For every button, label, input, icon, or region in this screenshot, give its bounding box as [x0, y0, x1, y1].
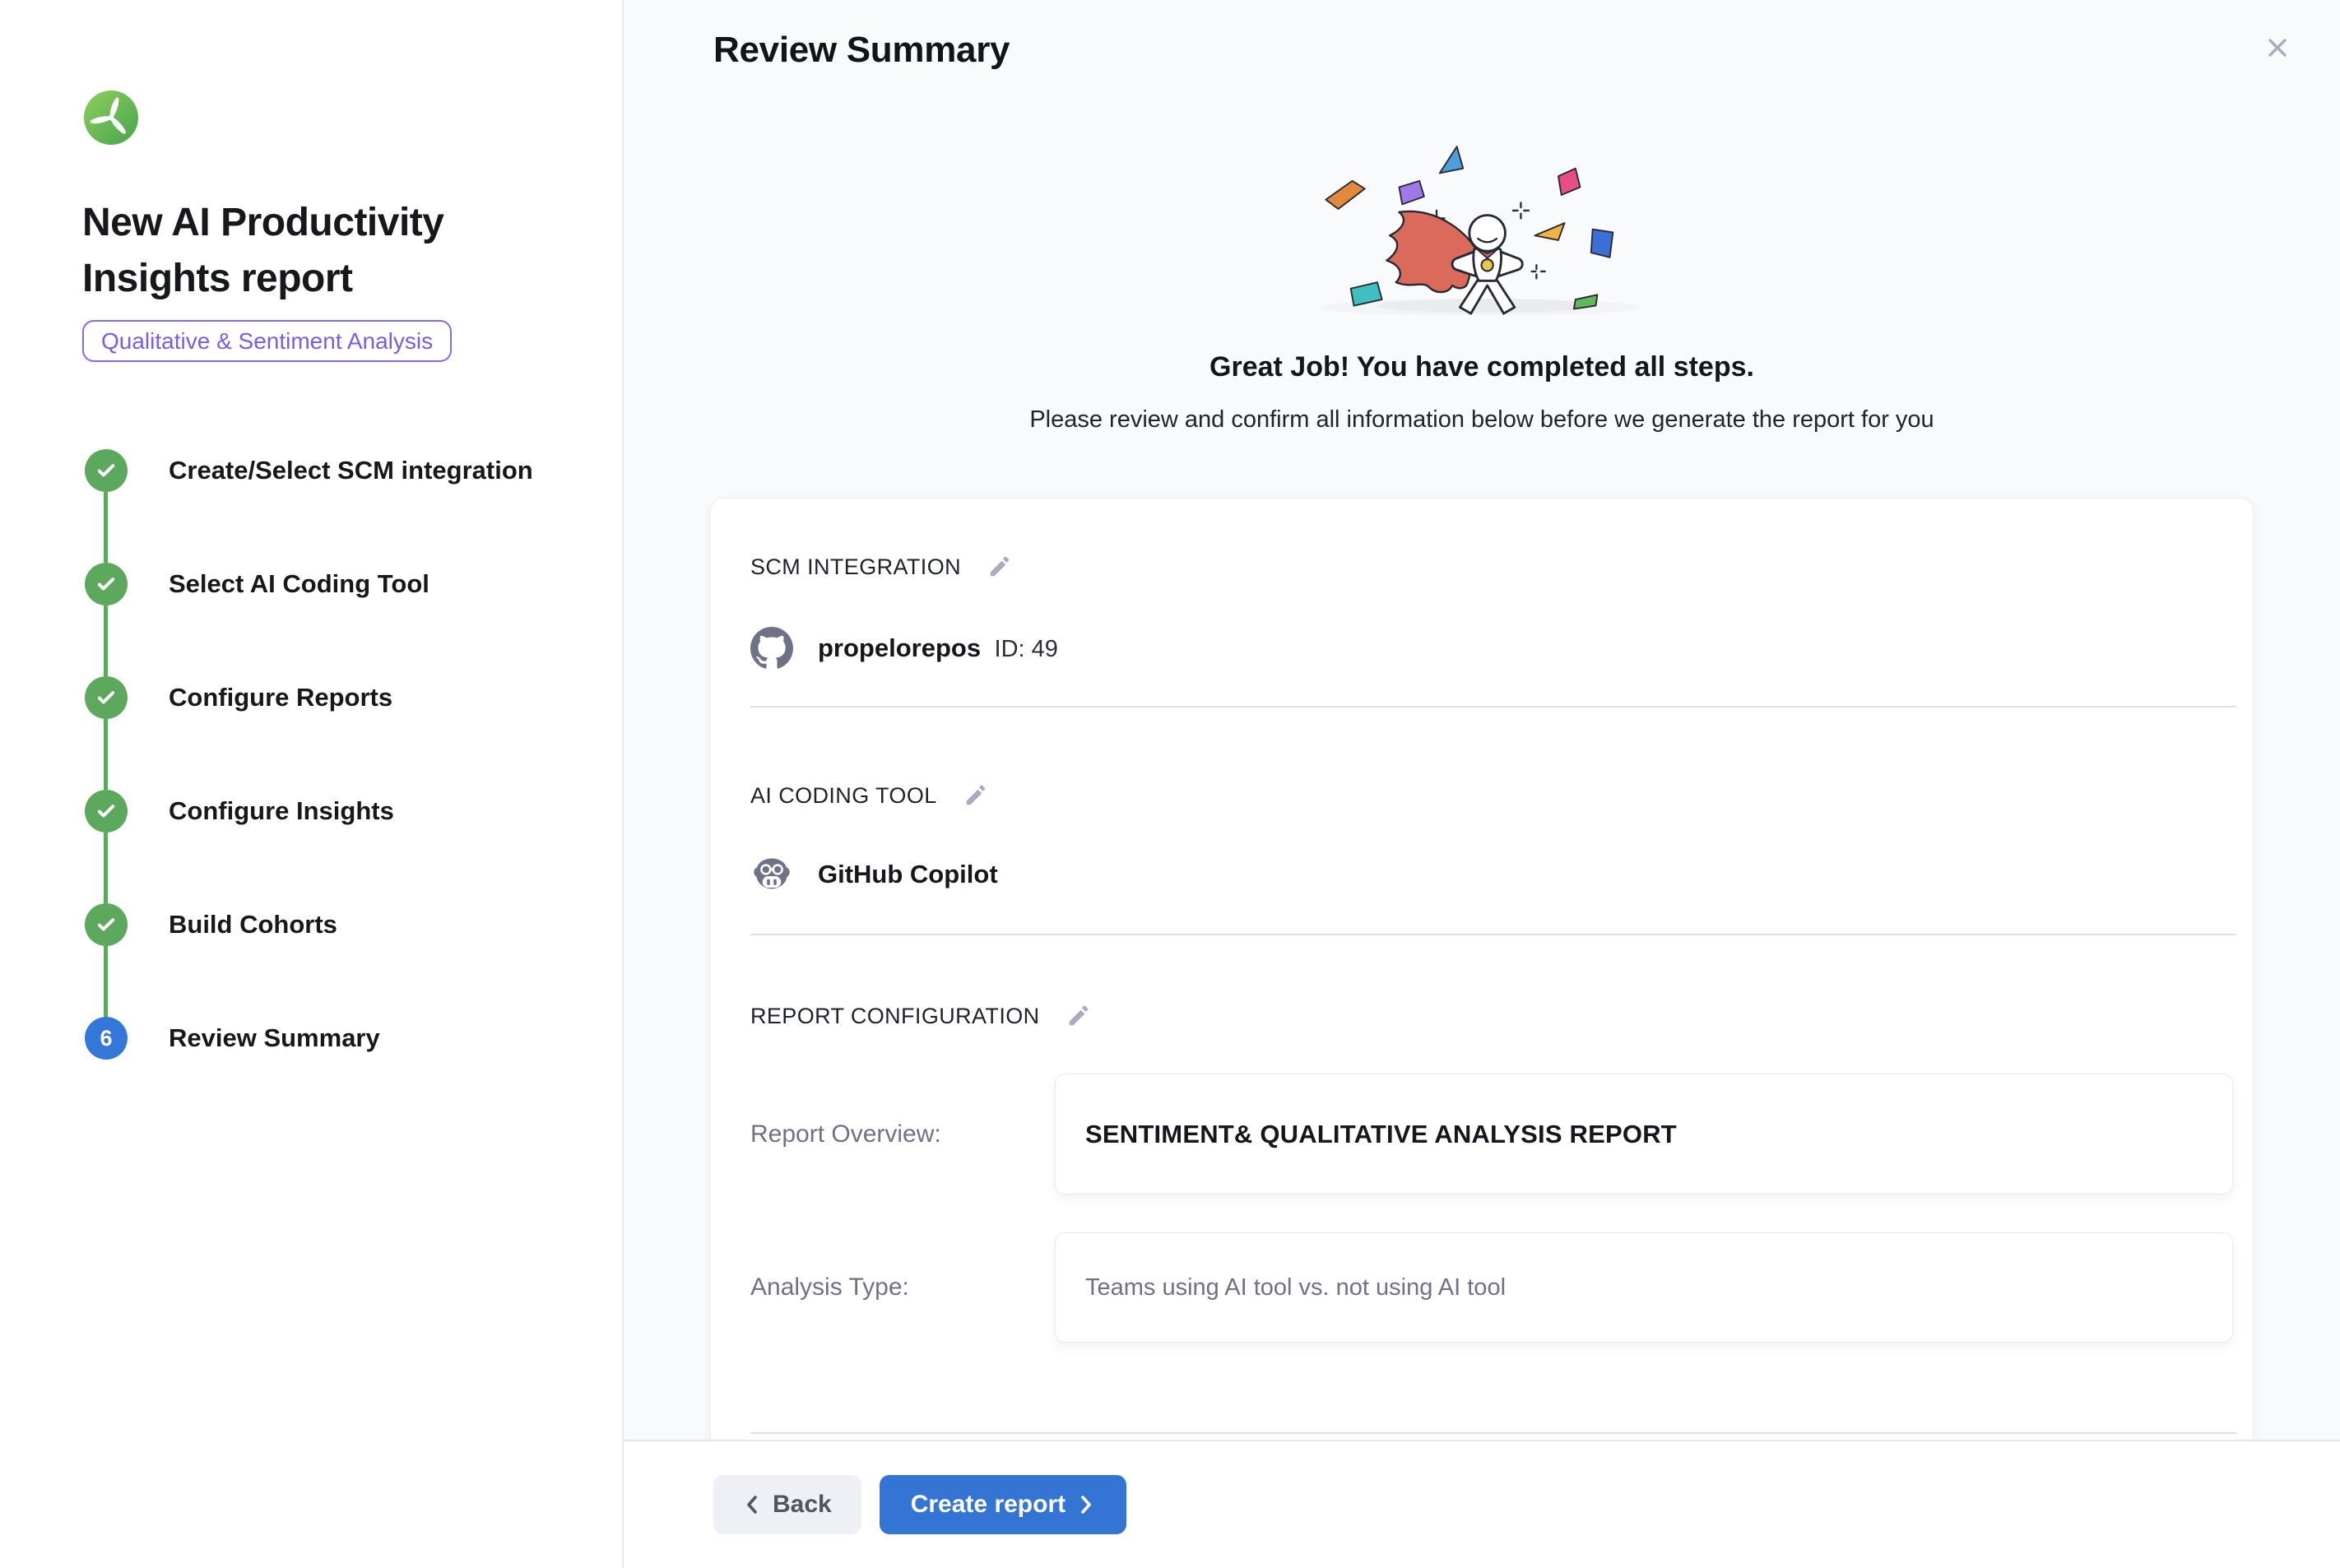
analysis-type-badge: Qualitative & Sentiment Analysis	[82, 320, 452, 362]
step-active-number: 6	[85, 1017, 128, 1060]
section-divider	[750, 706, 2236, 707]
completion-heading: Great Job! You have completed all steps.	[1209, 351, 1754, 383]
section-divider	[750, 1432, 2236, 1434]
step-review-summary[interactable]: 6 Review Summary	[82, 1017, 589, 1060]
review-summary-panel: Review Summary	[624, 0, 2340, 1568]
edit-ai-coding-tool-icon[interactable]	[962, 782, 990, 810]
report-wizard-title: New AI Productivity Insights report	[82, 195, 543, 307]
panel-header: Review Summary	[624, 0, 2340, 82]
close-icon[interactable]	[2261, 31, 2294, 64]
report-configuration-label: REPORT CONFIGURATION	[750, 1004, 1040, 1029]
completion-hero: Great Job! You have completed all steps.…	[1029, 82, 1934, 434]
step-done-check-icon	[85, 563, 128, 605]
scm-integration-name: propelorepos	[818, 633, 981, 662]
step-done-check-icon	[85, 903, 128, 946]
create-report-button[interactable]: Create report	[880, 1475, 1126, 1534]
step-build-cohorts[interactable]: Build Cohorts	[82, 903, 589, 1017]
scm-integration-label: SCM INTEGRATION	[750, 554, 961, 580]
step-configure-reports[interactable]: Configure Reports	[82, 676, 589, 790]
analysis-type-label: Analysis Type:	[750, 1273, 1055, 1301]
review-summary-card: SCM INTEGRATION propelorepos ID: 49	[710, 498, 2254, 1440]
new-report-wizard: New AI Productivity Insights report Qual…	[0, 0, 2340, 1568]
wizard-stepper: Create/Select SCM integration Select AI …	[82, 449, 589, 1060]
celebration-superhero-illustration	[1293, 134, 1671, 315]
chevron-left-icon	[743, 1494, 761, 1515]
chevron-right-icon	[1077, 1494, 1095, 1515]
propeller-logo-icon	[82, 89, 140, 146]
wizard-sidebar: New AI Productivity Insights report Qual…	[0, 0, 624, 1568]
edit-report-configuration-icon[interactable]	[1065, 1002, 1093, 1030]
analysis-type-field-row: Analysis Type: Teams using AI tool vs. n…	[750, 1232, 2233, 1343]
report-overview-label: Report Overview:	[750, 1120, 1055, 1148]
section-divider	[750, 934, 2236, 935]
edit-scm-integration-icon[interactable]	[986, 553, 1014, 581]
analysis-type-value: Teams using AI tool vs. not using AI too…	[1085, 1274, 1506, 1301]
ai-coding-tool-name: GitHub Copilot	[818, 860, 998, 889]
ai-coding-tool-label: AI CODING TOOL	[750, 783, 937, 809]
scm-integration-section-header: SCM INTEGRATION	[750, 553, 2213, 581]
scm-integration-row: propelorepos ID: 49	[750, 626, 2213, 670]
ai-coding-tool-section-header: AI CODING TOOL	[750, 782, 2213, 810]
report-configuration-section-header: REPORT CONFIGURATION	[750, 1002, 2213, 1030]
wizard-footer: Back Create report	[624, 1440, 2340, 1568]
step-done-check-icon	[85, 449, 128, 492]
ai-coding-tool-row: GitHub Copilot	[750, 852, 2213, 897]
step-done-check-icon	[85, 676, 128, 719]
github-icon	[750, 627, 793, 670]
scm-integration-id: ID: 49	[995, 636, 1058, 662]
report-overview-value-box: SENTIMENT& QUALITATIVE ANALYSIS REPORT	[1055, 1074, 2233, 1195]
report-overview-value: SENTIMENT& QUALITATIVE ANALYSIS REPORT	[1085, 1120, 1677, 1149]
analysis-type-value-box: Teams using AI tool vs. not using AI too…	[1055, 1232, 2233, 1343]
panel-content: Great Job! You have completed all steps.…	[624, 82, 2340, 1440]
back-button[interactable]: Back	[713, 1475, 861, 1534]
step-configure-insights[interactable]: Configure Insights	[82, 790, 589, 903]
report-overview-field-row: Report Overview: SENTIMENT& QUALITATIVE …	[750, 1074, 2233, 1195]
page-title: Review Summary	[713, 30, 2340, 71]
step-select-ai-coding-tool[interactable]: Select AI Coding Tool	[82, 563, 589, 676]
completion-subheading: Please review and confirm all informatio…	[1029, 406, 1934, 434]
step-done-check-icon	[85, 790, 128, 833]
github-copilot-icon	[750, 853, 793, 896]
step-create-select-scm-integration[interactable]: Create/Select SCM integration	[82, 449, 589, 563]
